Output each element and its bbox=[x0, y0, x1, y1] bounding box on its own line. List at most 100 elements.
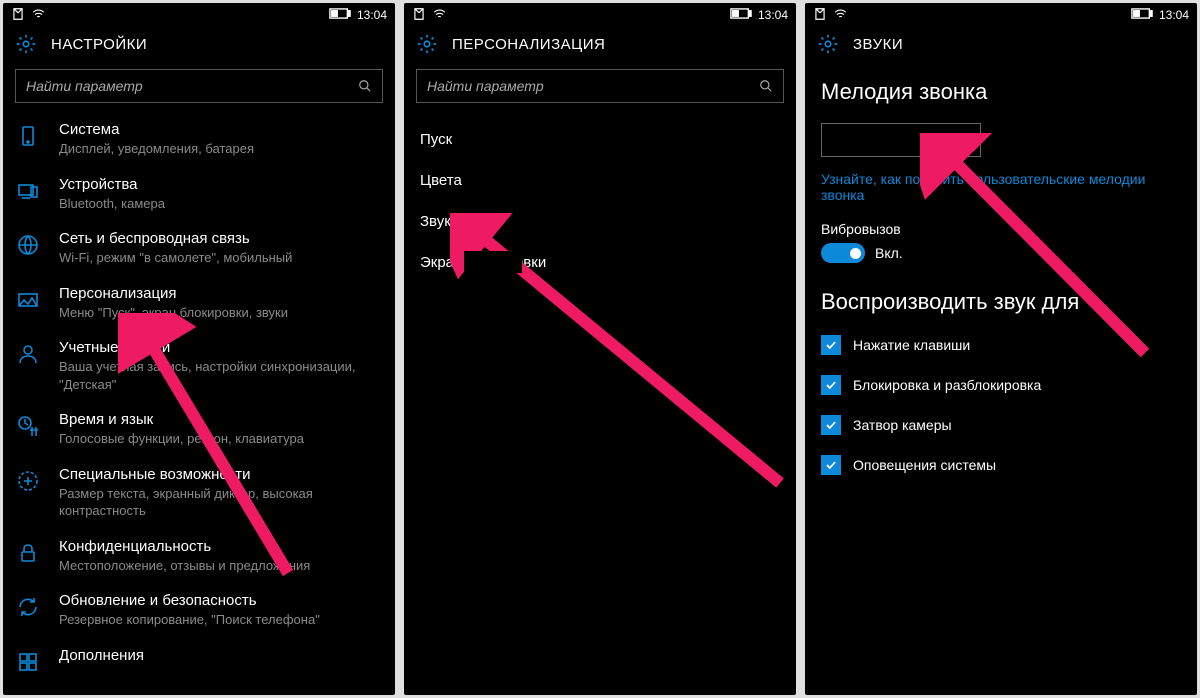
item-sub: Размер текста, экранный диктор, высокая … bbox=[59, 485, 383, 520]
ringtone-help-link[interactable]: Узнайте, как получить пользовательские м… bbox=[805, 171, 1197, 221]
screen-sounds: 13:04 ЗВУКИ Мелодия звонка Узнайте, как … bbox=[805, 3, 1197, 695]
search-input[interactable]: Найти параметр bbox=[15, 69, 383, 103]
list-item-network[interactable]: Сеть и беспроводная связь Wi-Fi, режим "в… bbox=[3, 222, 395, 277]
search-icon bbox=[759, 79, 773, 93]
battery-icon bbox=[1131, 8, 1153, 22]
status-time: 13:04 bbox=[758, 8, 788, 22]
chevron-down-icon bbox=[956, 133, 970, 147]
list-item-update[interactable]: Обновление и безопасность Резервное копир… bbox=[3, 584, 395, 639]
settings-list: Система Дисплей, уведомления, батарея Уст… bbox=[3, 113, 395, 685]
item-sub: Ваша учетная запись, настройки синхрониз… bbox=[59, 358, 383, 393]
ringtone-heading: Мелодия звонка bbox=[805, 61, 1197, 115]
checkbox-label: Затвор камеры bbox=[853, 417, 952, 433]
search-input[interactable]: Найти параметр bbox=[416, 69, 784, 103]
check-keypress[interactable]: Нажатие клавиши bbox=[805, 325, 1197, 365]
list-item-accounts[interactable]: Учетные записи Ваша учетная запись, настр… bbox=[3, 331, 395, 403]
item-label: Специальные возможности bbox=[59, 466, 383, 483]
checkbox-label: Оповещения системы bbox=[853, 457, 996, 473]
screen-settings: 13:04 НАСТРОЙКИ Найти параметр Система Ди… bbox=[3, 3, 395, 695]
status-time: 13:04 bbox=[357, 8, 387, 22]
toggle-track bbox=[821, 243, 865, 263]
toggle-knob bbox=[850, 248, 861, 259]
personalization-icon bbox=[15, 287, 41, 313]
back-icon bbox=[412, 7, 426, 24]
check-system-alerts[interactable]: Оповещения системы bbox=[805, 445, 1197, 485]
item-sub: Голосовые функции, регион, клавиатура bbox=[59, 430, 383, 448]
item-start[interactable]: Пуск bbox=[404, 119, 796, 160]
gear-icon bbox=[416, 33, 438, 55]
overlay-patch bbox=[464, 251, 522, 273]
globe-icon bbox=[15, 232, 41, 258]
item-sub: Дисплей, уведомления, батарея bbox=[59, 140, 383, 158]
item-colors[interactable]: Цвета bbox=[404, 160, 796, 201]
lock-icon bbox=[15, 540, 41, 566]
gear-icon bbox=[15, 33, 37, 55]
extras-icon bbox=[15, 649, 41, 675]
list-item-devices[interactable]: Устройства Bluetooth, камера bbox=[3, 168, 395, 223]
item-sub: Меню "Пуск", экран блокировки, звуки bbox=[59, 304, 383, 322]
wifi-icon bbox=[833, 7, 848, 24]
item-sounds[interactable]: Звуки bbox=[404, 201, 796, 242]
list-item-privacy[interactable]: Конфиденциальность Местоположение, отзывы… bbox=[3, 530, 395, 585]
page-header: ЗВУКИ bbox=[805, 27, 1197, 61]
screen-personalization: 13:04 ПЕРСОНАЛИЗАЦИЯ Найти параметр Пуск… bbox=[404, 3, 796, 695]
search-placeholder: Найти параметр bbox=[427, 78, 759, 94]
list-item-system[interactable]: Система Дисплей, уведомления, батарея bbox=[3, 113, 395, 168]
status-bar: 13:04 bbox=[3, 3, 395, 27]
back-icon bbox=[11, 7, 25, 24]
list-item-extras[interactable]: Дополнения bbox=[3, 639, 395, 685]
wifi-icon bbox=[432, 7, 447, 24]
item-label: Персонализация bbox=[59, 285, 383, 302]
page-title: ПЕРСОНАЛИЗАЦИЯ bbox=[452, 36, 605, 53]
item-sub: Местоположение, отзывы и предложения bbox=[59, 557, 383, 575]
checkbox-checked-icon bbox=[821, 375, 841, 395]
item-label: Конфиденциальность bbox=[59, 538, 383, 555]
item-label: Время и язык bbox=[59, 411, 383, 428]
checkbox-label: Блокировка и разблокировка bbox=[853, 377, 1041, 393]
battery-icon bbox=[329, 8, 351, 22]
checkbox-checked-icon bbox=[821, 415, 841, 435]
page-title: ЗВУКИ bbox=[853, 36, 903, 53]
vibrate-toggle[interactable]: Вкл. bbox=[805, 243, 1197, 277]
item-sub: Bluetooth, камера bbox=[59, 195, 383, 213]
time-language-icon bbox=[15, 413, 41, 439]
checkbox-checked-icon bbox=[821, 455, 841, 475]
status-bar: 13:04 bbox=[404, 3, 796, 27]
page-header: НАСТРОЙКИ bbox=[3, 27, 395, 61]
item-label: Обновление и безопасность bbox=[59, 592, 383, 609]
playfor-heading: Воспроизводить звук для bbox=[805, 277, 1197, 325]
toggle-state: Вкл. bbox=[875, 245, 903, 261]
search-placeholder: Найти параметр bbox=[26, 78, 358, 94]
page-header: ПЕРСОНАЛИЗАЦИЯ bbox=[404, 27, 796, 61]
item-label: Система bbox=[59, 121, 383, 138]
wifi-icon bbox=[31, 7, 46, 24]
search-icon bbox=[358, 79, 372, 93]
list-item-time-language[interactable]: Время и язык Голосовые функции, регион, к… bbox=[3, 403, 395, 458]
checkbox-checked-icon bbox=[821, 335, 841, 355]
gear-icon bbox=[817, 33, 839, 55]
item-sub: Wi-Fi, режим "в самолете", мобильный bbox=[59, 249, 383, 267]
item-label: Сеть и беспроводная связь bbox=[59, 230, 383, 247]
check-camera-shutter[interactable]: Затвор камеры bbox=[805, 405, 1197, 445]
personalization-list: Пуск Цвета Звуки Экран блокировки bbox=[404, 113, 796, 283]
accessibility-icon bbox=[15, 468, 41, 494]
check-lock-unlock[interactable]: Блокировка и разблокировка bbox=[805, 365, 1197, 405]
item-lockscreen[interactable]: Экран блокировки bbox=[404, 242, 796, 283]
devices-icon bbox=[15, 178, 41, 204]
status-time: 13:04 bbox=[1159, 8, 1189, 22]
checkbox-label: Нажатие клавиши bbox=[853, 337, 970, 353]
item-label: Устройства bbox=[59, 176, 383, 193]
status-bar: 13:04 bbox=[805, 3, 1197, 27]
item-label: Дополнения bbox=[59, 647, 383, 664]
item-sub: Резервное копирование, "Поиск телефона" bbox=[59, 611, 383, 629]
vibrate-label: Вибровызов bbox=[805, 221, 1197, 243]
ringtone-dropdown[interactable] bbox=[821, 123, 981, 157]
page-title: НАСТРОЙКИ bbox=[51, 36, 147, 53]
accounts-icon bbox=[15, 341, 41, 367]
system-icon bbox=[15, 123, 41, 149]
update-icon bbox=[15, 594, 41, 620]
back-icon bbox=[813, 7, 827, 24]
list-item-accessibility[interactable]: Специальные возможности Размер текста, эк… bbox=[3, 458, 395, 530]
list-item-personalization[interactable]: Персонализация Меню "Пуск", экран блокиро… bbox=[3, 277, 395, 332]
item-label: Учетные записи bbox=[59, 339, 383, 356]
